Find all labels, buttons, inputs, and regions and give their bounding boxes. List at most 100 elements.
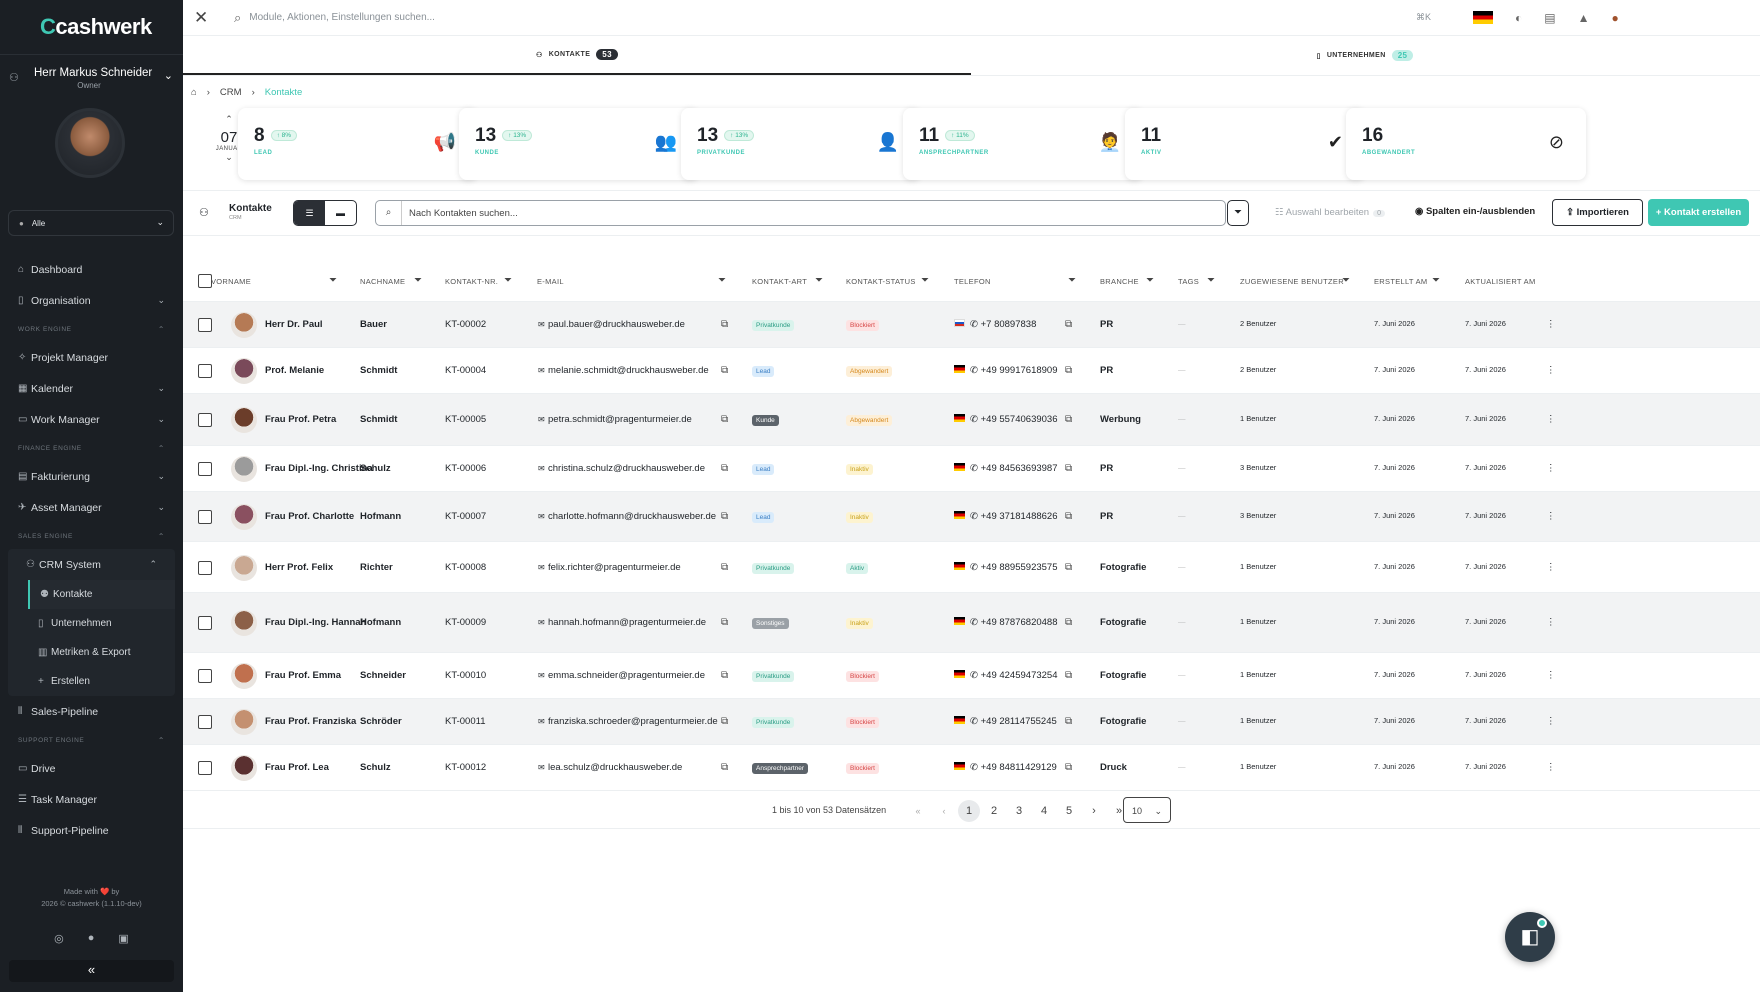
row-checkbox[interactable]: [198, 715, 212, 729]
contact-email[interactable]: melanie.schmidt@druckhausweber.de: [548, 365, 709, 376]
more-actions-icon[interactable]: ⋮: [1546, 670, 1556, 681]
contact-phone[interactable]: +49 88955923575: [981, 562, 1058, 573]
global-search[interactable]: ⌕ Module, Aktionen, Einstellungen suchen…: [234, 10, 1314, 26]
table-row[interactable]: Frau Dipl.-Ing. Hannah Hofmann KT-00009 ✉ ha…: [183, 593, 1760, 653]
column-header-branche[interactable]: BRANCHE: [1100, 277, 1139, 286]
tab-unternehmen[interactable]: ▯ UNTERNEHMEN 25: [971, 36, 1759, 75]
pagination-page-3[interactable]: 3: [1008, 800, 1030, 822]
table-row[interactable]: Frau Prof. Lea Schulz KT-00012 ✉ lea.schulz@…: [183, 745, 1760, 791]
contact-phone[interactable]: +49 84563693987: [981, 463, 1058, 474]
sidebar-item-fakturierung[interactable]: ▤ Fakturierung ⌄: [0, 461, 183, 492]
bell-icon[interactable]: ▲: [1578, 11, 1590, 25]
copy-icon[interactable]: ⧉: [721, 670, 728, 681]
sidebar-item-kontakte[interactable]: ⚉ Kontakte: [28, 580, 175, 609]
row-checkbox[interactable]: [198, 364, 212, 378]
table-row[interactable]: Prof. Melanie Schmidt KT-00004 ✉ melanie.sch…: [183, 348, 1760, 394]
copy-icon[interactable]: ⧉: [1065, 762, 1072, 773]
sidebar-item-dashboard[interactable]: ⌂ Dashboard: [0, 254, 183, 285]
copy-icon[interactable]: ⧉: [1065, 511, 1072, 522]
table-row[interactable]: Frau Prof. Charlotte Hofmann KT-00007 ✉ char…: [183, 492, 1760, 542]
chat-icon[interactable]: ▤: [1544, 11, 1555, 25]
filter-icon[interactable]: ⏷: [504, 275, 512, 286]
linkedin-icon[interactable]: ▣: [118, 932, 128, 945]
column-header-telefon[interactable]: TELEFON: [954, 277, 991, 286]
edit-selection-button[interactable]: ☷ Auswahl bearbeiten 0: [1275, 207, 1385, 218]
column-header-aktualisiert-am[interactable]: AKTUALISIERT AM: [1465, 277, 1536, 286]
stat-card-ansprechpartner[interactable]: 11 ↑ 11% ANSPRECHPARTNER 🧑‍💼: [903, 108, 1143, 180]
user-avatar[interactable]: [55, 108, 125, 178]
pagination-page-1[interactable]: 1: [958, 800, 980, 822]
organisation-selector[interactable]: ● Alle ⌄: [8, 210, 174, 236]
filter-icon[interactable]: ⏷: [329, 275, 337, 286]
sidebar-item-support-pipeline[interactable]: ⫴ Support-Pipeline: [0, 815, 183, 846]
sidebar-section-header[interactable]: SUPPORT ENGINE ⌃: [0, 727, 183, 753]
column-header-kontakt-status[interactable]: KONTAKT-STATUS: [846, 277, 916, 286]
table-row[interactable]: Frau Prof. Emma Schneider KT-00010 ✉ emma.sc…: [183, 653, 1760, 699]
row-checkbox[interactable]: [198, 510, 212, 524]
sidebar-item-organisation[interactable]: ▯ Organisation ⌄: [0, 285, 183, 316]
contact-phone[interactable]: +49 87876820488: [981, 617, 1058, 628]
copy-icon[interactable]: ⧉: [721, 414, 728, 425]
contact-phone[interactable]: +49 37181488626: [981, 511, 1058, 522]
sidebar-item-sales-pipeline[interactable]: ⫴ Sales-Pipeline: [0, 696, 183, 727]
filter-icon[interactable]: ⏷: [921, 275, 929, 286]
copy-icon[interactable]: ⧉: [1065, 365, 1072, 376]
row-checkbox[interactable]: [198, 761, 212, 775]
sidebar-item-metriken-export[interactable]: ▥ Metriken & Export: [8, 638, 175, 667]
facebook-icon[interactable]: ●: [88, 932, 95, 945]
column-header-e-mail[interactable]: E-MAIL: [537, 277, 564, 286]
copy-icon[interactable]: ⧉: [721, 762, 728, 773]
pagination-page-4[interactable]: 4: [1033, 800, 1055, 822]
filter-icon[interactable]: ⏷: [1146, 275, 1154, 286]
contact-phone[interactable]: +49 84811429129: [981, 762, 1057, 773]
more-actions-icon[interactable]: ⋮: [1546, 365, 1556, 376]
contact-phone[interactable]: +49 28114755245: [981, 716, 1057, 727]
contact-email[interactable]: franziska.schroeder@pragenturmeier.de: [548, 716, 718, 727]
filter-icon[interactable]: ⏷: [1342, 275, 1350, 286]
copy-icon[interactable]: ⧉: [721, 365, 728, 376]
contact-email[interactable]: felix.richter@pragenturmeier.de: [548, 562, 681, 573]
more-actions-icon[interactable]: ⋮: [1546, 511, 1556, 522]
copy-icon[interactable]: ⧉: [1065, 562, 1072, 573]
close-icon[interactable]: ✕: [194, 8, 222, 28]
user-menu[interactable]: ⚇ Herr Markus Schneider Owner ⌄: [0, 54, 183, 96]
sidebar-section-header[interactable]: WORK ENGINE ⌃: [0, 316, 183, 342]
copy-icon[interactable]: ⧉: [1065, 319, 1072, 330]
stat-card-kunde[interactable]: 13 ↑ 13% KUNDE 👥: [459, 108, 699, 180]
copy-icon[interactable]: ⧉: [721, 562, 728, 573]
pagination-page-5[interactable]: 5: [1058, 800, 1080, 822]
page-size-select[interactable]: 10 ⌄: [1123, 797, 1171, 823]
sidebar-item-projekt-manager[interactable]: ✧ Projekt Manager: [0, 342, 183, 373]
sidebar-item-kalender[interactable]: ▦ Kalender ⌄: [0, 373, 183, 404]
stat-card-abgewandert[interactable]: 16 ABGEWANDERT ⊘: [1346, 108, 1586, 180]
copy-icon[interactable]: ⧉: [721, 463, 728, 474]
copy-icon[interactable]: ⧉: [1065, 617, 1072, 628]
sidebar-item-crm-system[interactable]: ⚇ CRM System ⌃: [8, 549, 175, 580]
sidebar-item-work-manager[interactable]: ▭ Work Manager ⌄: [0, 404, 183, 435]
column-header-erstellt-am[interactable]: ERSTELLT AM: [1374, 277, 1427, 286]
stat-card-privatkunde[interactable]: 13 ↑ 13% PRIVATKUNDE 👤: [681, 108, 921, 180]
contact-phone[interactable]: +49 42459473254: [981, 670, 1058, 681]
instagram-icon[interactable]: ◎: [54, 932, 64, 945]
contact-search-input[interactable]: ⌕ Nach Kontakten suchen...: [375, 200, 1226, 226]
contact-email[interactable]: hannah.hofmann@pragenturmeier.de: [548, 617, 706, 628]
stat-card-aktiv[interactable]: 11 AKTIV ✔: [1125, 108, 1365, 180]
collapse-sidebar-button[interactable]: «: [9, 960, 174, 982]
contact-email[interactable]: paul.bauer@druckhausweber.de: [548, 319, 685, 330]
import-button[interactable]: ⇪ Importieren: [1552, 199, 1643, 226]
sidebar-section-header[interactable]: SALES ENGINE ⌃: [0, 523, 183, 549]
sidebar-item-erstellen[interactable]: + Erstellen: [8, 667, 175, 696]
more-actions-icon[interactable]: ⋮: [1546, 562, 1556, 573]
row-checkbox[interactable]: [198, 318, 212, 332]
copy-icon[interactable]: ⧉: [1065, 463, 1072, 474]
contact-email[interactable]: lea.schulz@druckhausweber.de: [548, 762, 682, 773]
profile-avatar-icon[interactable]: ●: [1612, 11, 1619, 25]
stat-card-lead[interactable]: 8 ↑ 8% LEAD 📢: [238, 108, 478, 180]
table-row[interactable]: Herr Prof. Felix Richter KT-00008 ✉ felix.ri…: [183, 542, 1760, 593]
filter-icon[interactable]: ⏷: [1068, 275, 1076, 286]
sidebar-section-header[interactable]: FINANCE ENGINE ⌃: [0, 435, 183, 461]
copy-icon[interactable]: ⧉: [721, 511, 728, 522]
palette-icon[interactable]: ◐: [1515, 11, 1522, 25]
sidebar-item-task-manager[interactable]: ☰ Task Manager: [0, 784, 183, 815]
filter-icon[interactable]: ⏷: [815, 275, 823, 286]
